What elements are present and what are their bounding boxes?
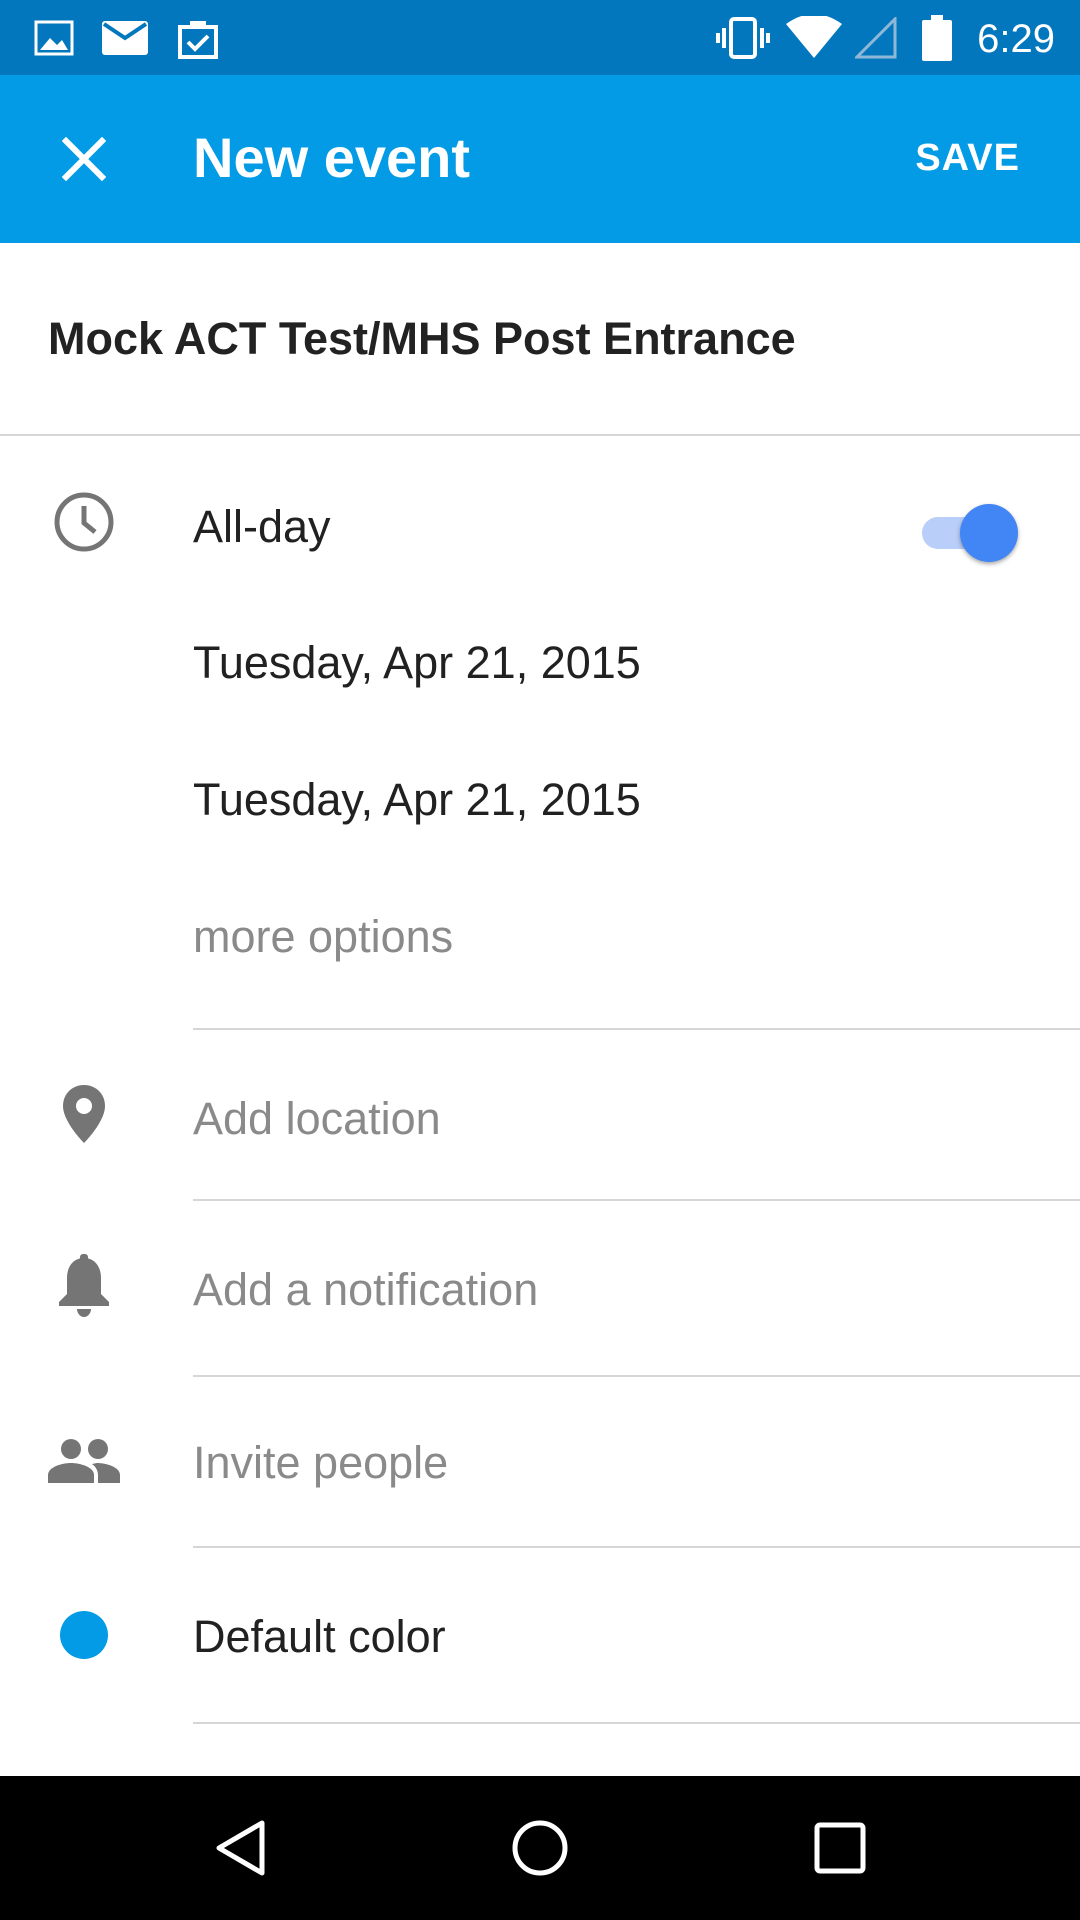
vibrate-icon	[714, 0, 772, 75]
event-title-field[interactable]: Mock ACT Test/MHS Post Entrance	[0, 243, 1080, 436]
status-bar: 6:29	[0, 0, 1080, 75]
home-icon	[512, 1820, 568, 1876]
divider	[193, 1546, 1080, 1548]
divider	[193, 1375, 1080, 1377]
notification-input[interactable]: Add a notification	[193, 1260, 538, 1320]
close-button[interactable]	[44, 119, 124, 199]
recents-icon	[814, 1822, 866, 1874]
end-date[interactable]: Tuesday, Apr 21, 2015	[193, 770, 641, 830]
event-color-swatch	[60, 1611, 108, 1659]
toggle-thumb	[960, 504, 1018, 562]
location-input[interactable]: Add location	[193, 1089, 441, 1149]
back-icon	[216, 1820, 265, 1876]
back-button[interactable]	[190, 1798, 290, 1898]
all-day-label: All-day	[193, 501, 331, 552]
mail-icon	[101, 0, 149, 75]
clipboard-check-icon	[176, 0, 220, 75]
divider	[193, 1722, 1080, 1724]
page-title: New event	[193, 126, 470, 189]
clock-icon	[48, 486, 120, 558]
divider	[193, 1199, 1080, 1201]
invite-people-input[interactable]: Invite people	[193, 1433, 448, 1493]
people-icon	[46, 1425, 122, 1497]
cell-signal-icon	[855, 0, 897, 75]
home-button[interactable]	[490, 1798, 590, 1898]
close-icon	[62, 137, 106, 181]
all-day-toggle[interactable]	[918, 504, 1022, 562]
color-dot-icon	[48, 1599, 120, 1671]
battery-icon	[922, 0, 952, 75]
divider	[193, 1028, 1080, 1030]
recents-button[interactable]	[790, 1798, 890, 1898]
save-button[interactable]: SAVE	[915, 123, 1020, 193]
location-pin-icon	[48, 1078, 120, 1150]
bell-icon	[48, 1250, 120, 1322]
event-title[interactable]: Mock ACT Test/MHS Post Entrance	[48, 313, 796, 365]
wifi-icon	[786, 0, 842, 75]
more-options-link[interactable]: more options	[193, 907, 453, 967]
image-icon	[34, 0, 74, 75]
default-color-label[interactable]: Default color	[193, 1607, 446, 1667]
app-bar: New event SAVE	[0, 75, 1080, 243]
navigation-bar	[0, 1776, 1080, 1920]
start-date[interactable]: Tuesday, Apr 21, 2015	[193, 633, 641, 693]
status-clock: 6:29	[977, 17, 1055, 61]
